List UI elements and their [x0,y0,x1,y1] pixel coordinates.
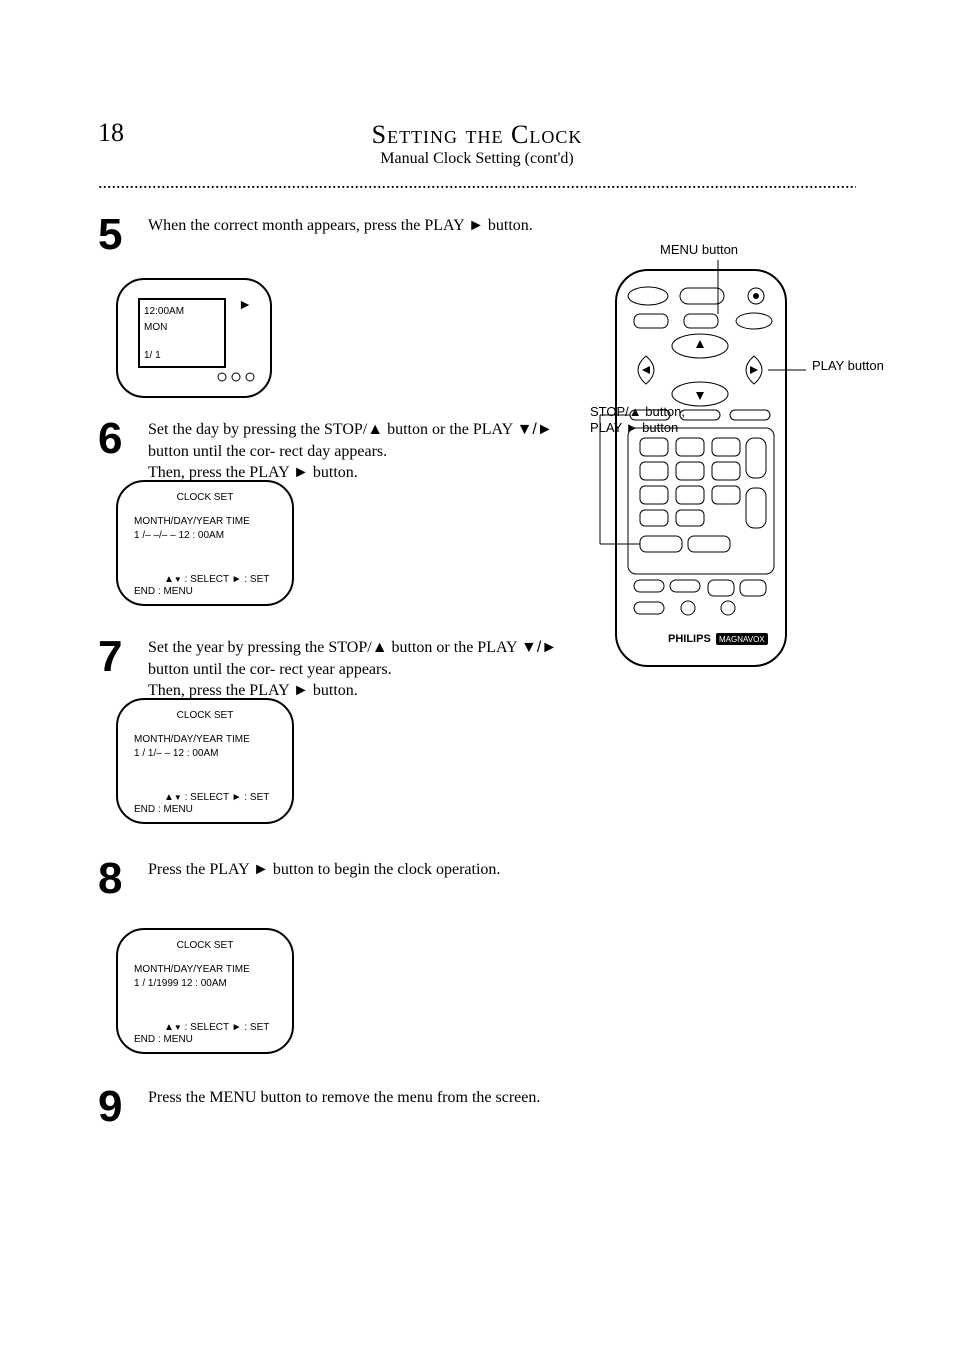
screen3-set: : SET [244,1022,269,1033]
play-icon: ► [293,464,309,481]
screen2-row2: 1 / 1/– – 12 : 00AM [134,748,219,759]
tv-inset-day: MON [144,322,167,333]
remote-control-icon: PHILIPS MAGNAVOX [588,260,868,680]
step-7-text: Set the year by pressing the STOP/▲ butt… [148,637,568,702]
step-7-line1c: button until the cor- rect year appears. [148,661,392,678]
screen2-end: END : MENU [134,804,193,815]
step-8-line1b: button to begin the clock operation. [269,861,501,878]
step-5-text-a: When the correct month appears, press th… [148,217,468,234]
step-8-line1a: Press the PLAY [148,861,253,878]
tv-inset: 12:00AM MON 1/ 1 ► [116,278,272,398]
play-icon: ► [253,861,269,878]
tv-inset-date: 1/ 1 [144,350,161,361]
step-7-line2a: Then, press the PLAY [148,682,293,699]
page-header: Setting the Clock Manual Clock Setting (… [98,120,856,168]
screen1-end: END : MENU [134,586,193,597]
step-6-number: 6 [98,414,122,464]
up-icon: ▲ [367,421,383,438]
step-9-text: Press the MENU button to remove the menu… [148,1087,568,1109]
tv-inset-dots-icon [214,370,264,384]
screen3-select: : SELECT [185,1022,229,1033]
step-7-number: 7 [98,632,122,682]
tv-inset-time: 12:00AM [144,306,184,317]
screen1-select: : SELECT [185,574,229,585]
step-7-line1b: button or the PLAY [388,639,521,656]
screen3-row2: 1 / 1/1999 12 : 00AM [134,978,227,989]
label-play-button: PLAY button [812,358,884,373]
screen3-title: CLOCK SET [118,940,292,951]
play-icon: ► [232,1022,242,1033]
screen1-row2: 1 /– –/– – 12 : 00AM [134,530,224,541]
screen2-row1: MONTH/DAY/YEAR TIME [134,734,250,745]
label-menu-button: MENU button [660,242,738,257]
step-8-number: 8 [98,854,122,904]
label-play-button-text: PLAY button [812,358,884,373]
label-play2-text: PLAY ► button [590,420,678,435]
screen2-title: CLOCK SET [118,710,292,721]
step-8-text: Press the PLAY ► button to begin the clo… [148,859,568,881]
label-stop-text: STOP/▲ button, [590,404,685,419]
tv-inset-screen: 12:00AM MON 1/ 1 [138,298,226,368]
clock-set-screen-2: CLOCK SET MONTH/DAY/YEAR TIME 1 / 1/– – … [116,698,294,824]
screen2-set: : SET [244,792,269,803]
screen3-end: END : MENU [134,1034,193,1045]
clock-set-screen-3: CLOCK SET MONTH/DAY/YEAR TIME 1 / 1/1999… [116,928,294,1054]
play-icon: ► [293,682,309,699]
step-6-line1b: button or the PLAY [383,421,516,438]
play-icon: ► [232,574,242,585]
step-5-number: 5 [98,210,122,260]
step-6-line2a: Then, press the PLAY [148,464,293,481]
label-stop-play: STOP/▲ button, PLAY ► button [590,404,710,435]
play-icon: ► [238,296,252,312]
screen3-row1: MONTH/DAY/YEAR TIME [134,964,250,975]
screen2-select: : SELECT [185,792,229,803]
step-5-text-b: button. [484,217,533,234]
header-rule-dots: ........................................… [98,172,856,193]
up-icon: ▲ [372,639,388,656]
play-icon: ► [232,792,242,803]
down-icon: ▼ [174,575,182,584]
page-title: Setting the Clock [372,120,583,149]
clock-set-screen-1: CLOCK SET MONTH/DAY/YEAR TIME 1 /– –/– –… [116,480,294,606]
remote-brand-philips: PHILIPS [668,633,711,645]
step-7-line2b: button. [309,682,358,699]
step-6-text: Set the day by pressing the STOP/▲ butto… [148,419,568,484]
down-icon: ▼ [174,793,182,802]
page: 18 Setting the Clock Manual Clock Settin… [0,0,954,1351]
remote-control: PHILIPS MAGNAVOX [588,260,848,680]
up-icon: ▲ [164,792,174,803]
step-6-line1c: button until the cor- rect day appears. [148,443,387,460]
screen1-title: CLOCK SET [118,492,292,503]
up-icon: ▲ [164,1022,174,1033]
step-7-line1a: Set the year by pressing the STOP/ [148,639,372,656]
down-play-icon: ▼/► [521,639,557,656]
play-icon: ► [468,217,484,234]
down-icon: ▼ [174,1023,182,1032]
down-play-icon: ▼/► [517,421,553,438]
up-icon: ▲ [164,574,174,585]
step-5-text: When the correct month appears, press th… [148,215,564,237]
screen1-row1: MONTH/DAY/YEAR TIME [134,516,250,527]
page-subtitle: Manual Clock Setting (cont'd) [380,150,574,167]
step-6-line1a: Set the day by pressing the STOP/ [148,421,367,438]
screen1-set: : SET [244,574,269,585]
step-9-number: 9 [98,1082,122,1132]
remote-brand-magnavox: MAGNAVOX [719,635,765,644]
step-6-line2b: button. [309,464,358,481]
